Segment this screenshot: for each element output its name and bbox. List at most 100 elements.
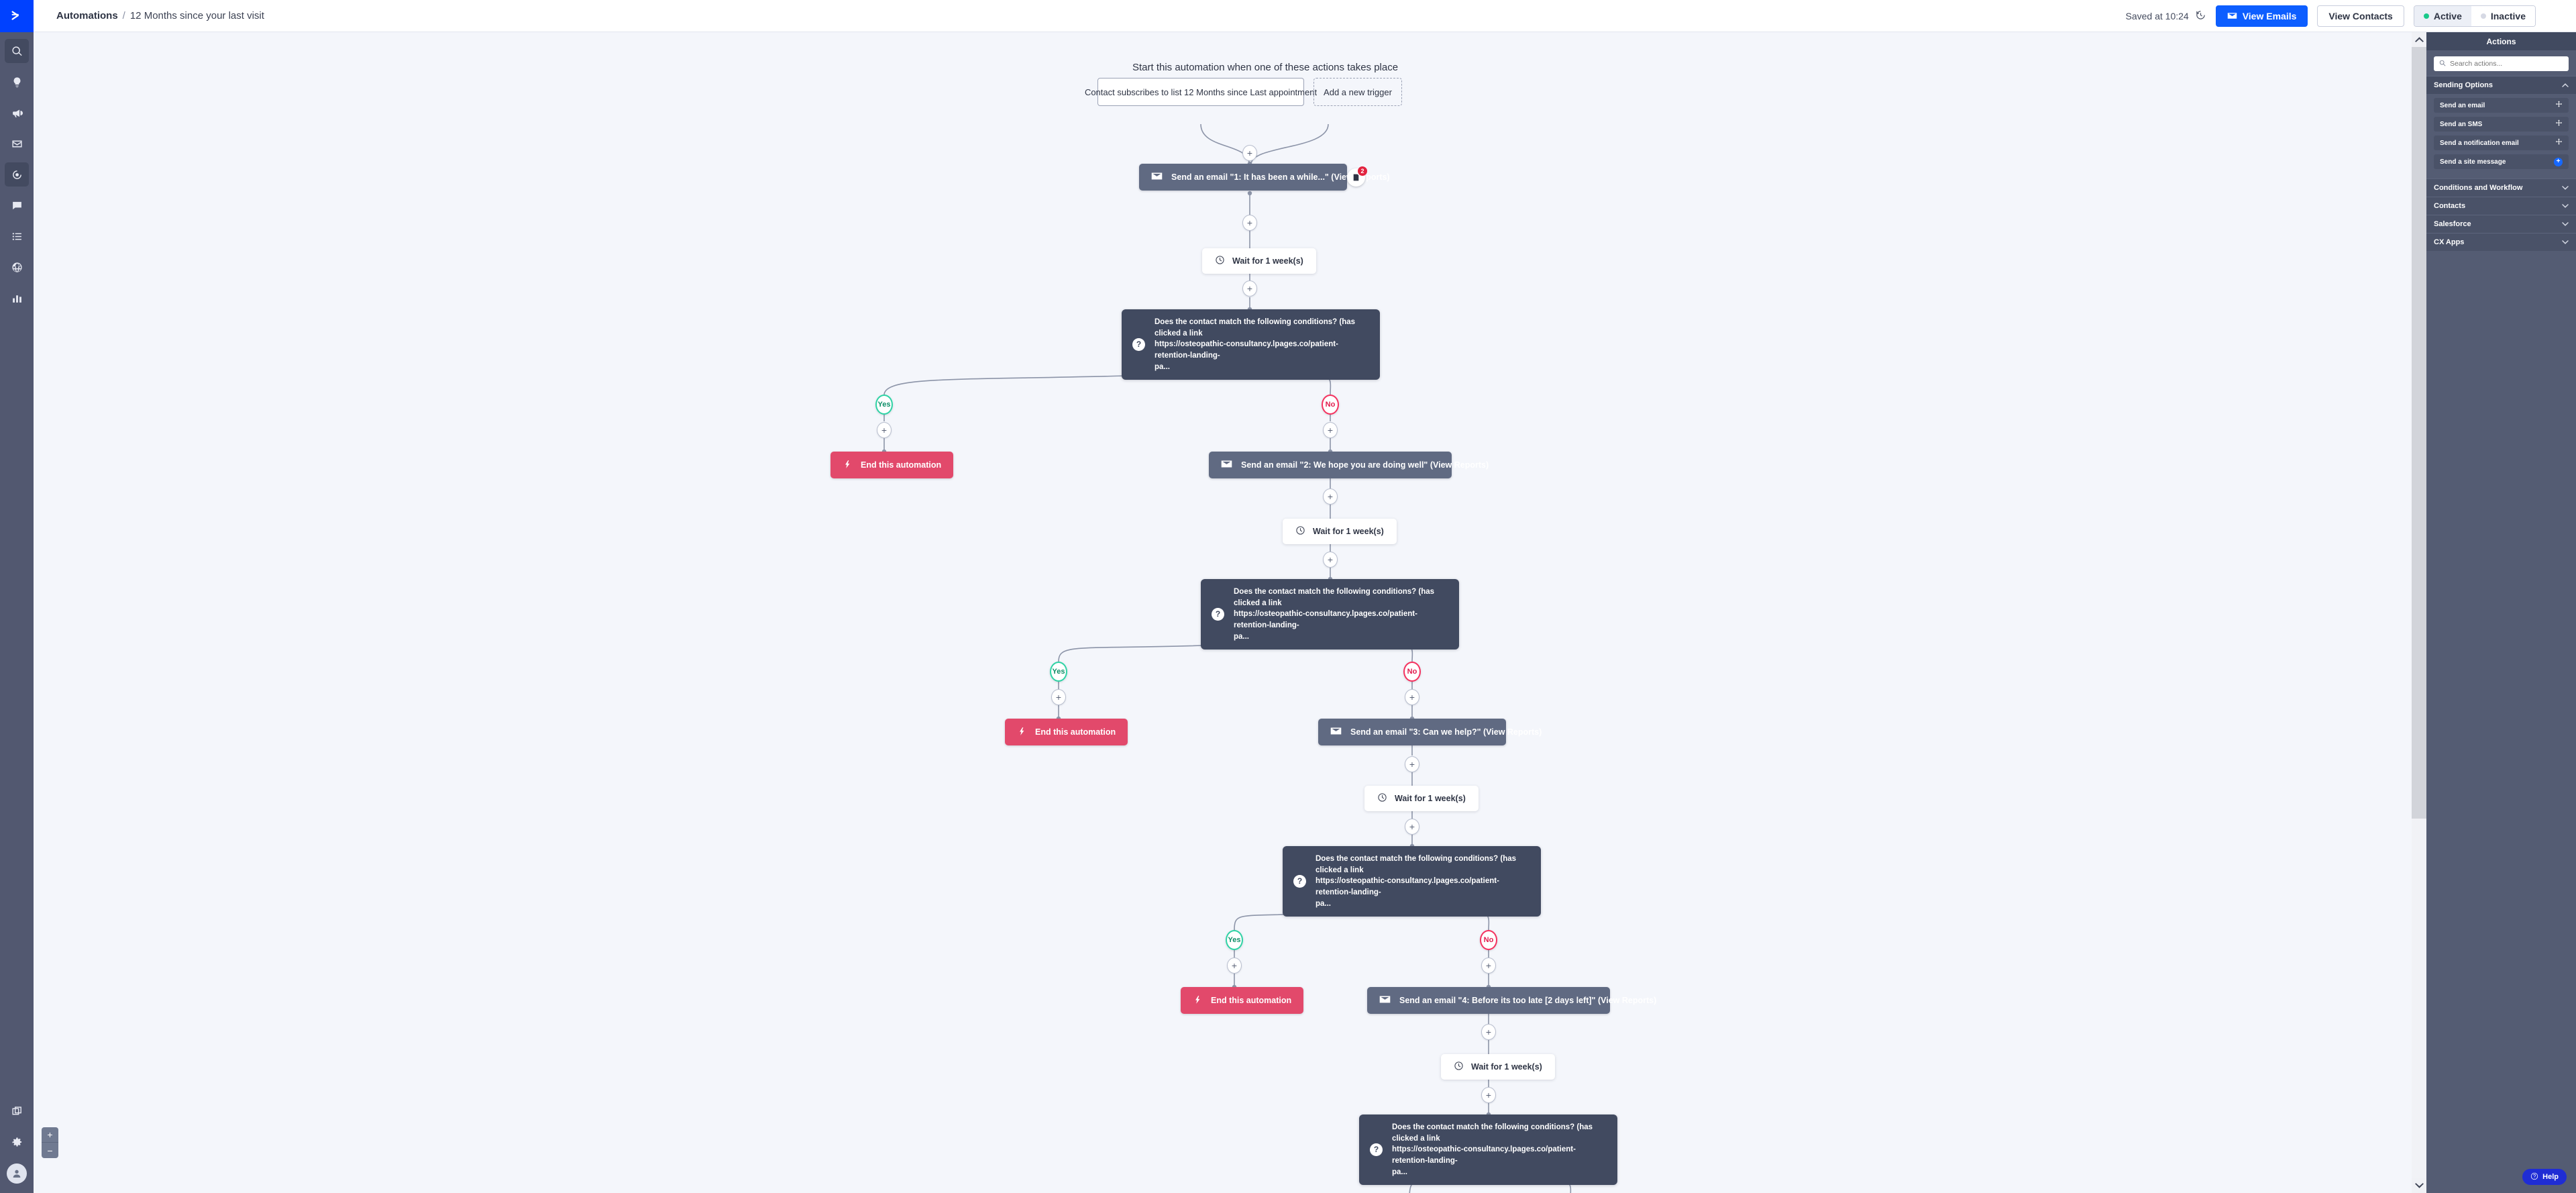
node-end-automation-2-label: End this automation (1035, 727, 1116, 737)
scroll-up-button[interactable] (2412, 32, 2426, 47)
action-group-cx-apps[interactable]: CX Apps (2426, 233, 2576, 251)
clock-history-icon[interactable] (2195, 9, 2206, 23)
node-condition-2[interactable]: ? Does the contact match the following c… (1201, 579, 1459, 650)
add-step-button[interactable]: + (1481, 1087, 1496, 1103)
node-condition-1[interactable]: ? Does the contact match the following c… (1122, 309, 1380, 380)
node-wait-4[interactable]: Wait for 1 week(s) (1441, 1054, 1555, 1080)
branch-no-2[interactable]: No (1403, 662, 1421, 682)
scrollbar-thumb[interactable] (2412, 47, 2426, 819)
node-condition-3[interactable]: ? Does the contact match the following c… (1283, 846, 1541, 917)
branch-yes-2[interactable]: Yes (1050, 662, 1067, 682)
add-step-button[interactable]: + (1242, 280, 1257, 297)
question-circle-icon (2530, 1172, 2538, 1182)
add-step-button[interactable]: + (877, 422, 892, 438)
reports-icon[interactable] (5, 286, 29, 310)
node-send-email-3-label: Send an email "3: Can we help?" (View Re… (1350, 727, 1542, 737)
add-step-button[interactable]: + (1051, 689, 1066, 705)
node-wait-1[interactable]: Wait for 1 week(s) (1202, 248, 1316, 274)
clock-icon (1295, 525, 1305, 537)
chevron-down-icon (2562, 220, 2569, 228)
actions-search-box[interactable] (2434, 56, 2569, 71)
node-wait-1-label: Wait for 1 week(s) (1232, 256, 1303, 266)
action-group-contacts[interactable]: Contacts (2426, 197, 2576, 215)
add-step-button[interactable]: + (1323, 552, 1338, 568)
add-step-button[interactable]: + (1242, 145, 1257, 161)
avatar[interactable] (7, 1163, 27, 1184)
node-send-email-4[interactable]: Send an email "4: Before its too late [2… (1367, 987, 1656, 1014)
node-wait-3[interactable]: Wait for 1 week(s) (1364, 786, 1479, 811)
node-end-automation-1[interactable]: End this automation (830, 452, 954, 478)
automation-canvas[interactable]: Start this automation when one of these … (34, 32, 2412, 1193)
status-inactive-option[interactable]: Inactive (2471, 5, 2535, 26)
add-step-button[interactable]: + (1323, 422, 1338, 438)
node-end-automation-2[interactable]: End this automation (1005, 719, 1128, 745)
search-input[interactable] (2450, 60, 2563, 68)
node-condition-4[interactable]: ? Does the contact match the following c… (1359, 1114, 1617, 1186)
action-send-a-site-message[interactable]: Send a site message + (2434, 154, 2569, 169)
node-send-email-1[interactable]: Send an email "1: It has been a while...… (1139, 164, 1390, 191)
help-button[interactable]: Help (2522, 1169, 2567, 1185)
add-step-button[interactable]: + (1227, 957, 1242, 974)
action-send-an-email[interactable]: Send an email (2434, 98, 2569, 113)
add-step-button[interactable]: + (1323, 488, 1338, 505)
node-condition-2-label: Does the contact match the following con… (1234, 588, 1435, 641)
add-step-button[interactable]: + (1405, 756, 1419, 772)
node-notes-badge[interactable]: 2 (1347, 166, 1367, 187)
add-action-icon[interactable]: + (2554, 157, 2563, 166)
scroll-down-button[interactable] (2412, 1178, 2426, 1193)
search-icon[interactable] (5, 39, 29, 63)
node-send-email-3[interactable]: Send an email "3: Can we help?" (View Re… (1318, 719, 1542, 745)
clock-icon (1454, 1061, 1464, 1073)
node-notes-count: 2 (1358, 166, 1367, 176)
branch-no-1[interactable]: No (1322, 395, 1339, 415)
node-send-email-2[interactable]: Send an email "2: We hope you are doing … (1209, 452, 1489, 478)
add-step-button[interactable]: + (1242, 215, 1257, 231)
trigger-subscribe-card[interactable]: Contact subscribes to list 12 Months sin… (1085, 78, 1317, 106)
branch-no-3[interactable]: No (1480, 930, 1497, 950)
canvas-scrollbar[interactable] (2412, 32, 2426, 1193)
view-emails-button[interactable]: View Emails (2215, 5, 2308, 27)
envelope-icon (2227, 11, 2237, 21)
action-group-salesforce[interactable]: Salesforce (2426, 215, 2576, 233)
action-send-an-sms[interactable]: Send an SMS (2434, 117, 2569, 132)
conversations-icon[interactable] (5, 193, 29, 217)
add-step-button[interactable]: + (1405, 819, 1419, 835)
breadcrumb-root[interactable]: Automations (56, 10, 118, 21)
branch-yes-1[interactable]: Yes (875, 395, 893, 415)
view-contacts-button[interactable]: View Contacts (2317, 5, 2404, 27)
settings-gear-icon[interactable] (5, 1130, 29, 1154)
zoom-in-button[interactable]: + (42, 1127, 58, 1143)
campaigns-icon[interactable] (5, 101, 29, 125)
apps-icon[interactable] (5, 1099, 29, 1123)
clock-icon (1215, 255, 1225, 267)
email-icon[interactable] (5, 132, 29, 156)
end-automation-icon (843, 460, 852, 471)
drag-handle-icon[interactable] (2555, 101, 2563, 110)
add-new-trigger-card[interactable]: Add a new trigger (1313, 78, 1402, 106)
website-icon[interactable] (5, 255, 29, 279)
action-send-an-email-label: Send an email (2440, 101, 2485, 109)
action-group-sending-options[interactable]: Sending Options (2426, 76, 2576, 94)
question-icon: ? (1293, 875, 1306, 888)
app-logo[interactable] (0, 0, 34, 32)
envelope-icon (1151, 172, 1163, 183)
canvas-zoom-controls: + − (42, 1127, 58, 1158)
add-step-button[interactable]: + (1405, 689, 1419, 705)
action-group-conditions-and-workflow[interactable]: Conditions and Workflow (2426, 178, 2576, 197)
drag-handle-icon[interactable] (2555, 138, 2563, 148)
add-step-button[interactable]: + (1481, 1024, 1496, 1040)
lists-icon[interactable] (5, 224, 29, 248)
automations-icon[interactable] (5, 162, 29, 187)
saved-status-label: Saved at 10:24 (2125, 10, 2189, 21)
drag-handle-icon[interactable] (2555, 119, 2563, 129)
node-wait-2[interactable]: Wait for 1 week(s) (1283, 519, 1397, 544)
add-step-button[interactable]: + (1481, 957, 1496, 974)
node-end-automation-3[interactable]: End this automation (1181, 987, 1304, 1014)
status-active-option[interactable]: Active (2414, 5, 2471, 26)
zoom-out-button[interactable]: − (42, 1143, 58, 1158)
action-send-a-notification-email[interactable]: Send a notification email (2434, 136, 2569, 150)
scrollbar-track[interactable] (2412, 47, 2426, 1178)
clock-icon (1377, 792, 1387, 805)
deals-icon[interactable] (5, 70, 29, 94)
branch-yes-3[interactable]: Yes (1226, 930, 1243, 950)
